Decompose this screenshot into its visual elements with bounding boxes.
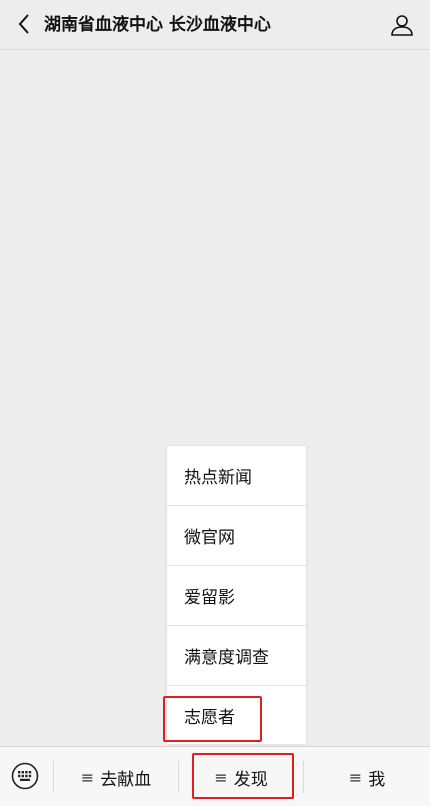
tab-label: 发现 xyxy=(233,769,268,790)
back-button[interactable] xyxy=(8,8,40,40)
submenu-item-micro-site[interactable]: 微官网 xyxy=(167,506,306,566)
profile-button[interactable] xyxy=(388,10,416,40)
submenu-item-survey[interactable]: 满意度调查 xyxy=(167,626,306,686)
submenu-item-label: 满意度调查 xyxy=(184,648,269,668)
tab-donate-blood[interactable]: ≡ 去献血 xyxy=(54,747,178,806)
menu-lines-icon: ≡ xyxy=(80,767,95,787)
submenu-item-label: 志愿者 xyxy=(184,707,235,728)
menu-lines-icon: ≡ xyxy=(348,767,363,787)
tab-discover[interactable]: ≡ 发现 xyxy=(179,747,303,806)
submenu-item-label: 微官网 xyxy=(184,528,235,548)
chevron-left-icon xyxy=(18,14,29,34)
bottom-menu-bar: ≡ 去献血 ≡ 发现 ≡ 我 xyxy=(0,746,430,806)
submenu-item-photos[interactable]: 爱留影 xyxy=(167,566,306,626)
user-icon xyxy=(391,15,413,36)
page-title: 湖南省血液中心 长沙血液中心 xyxy=(44,15,271,35)
menu-lines-icon: ≡ xyxy=(214,767,228,787)
discover-submenu: 热点新闻 微官网 爱留影 满意度调查 志愿者 xyxy=(167,446,306,744)
submenu-item-label: 热点新闻 xyxy=(184,468,252,488)
keyboard-icon xyxy=(11,762,39,790)
tab-label: 去献血 xyxy=(100,769,152,790)
submenu-item-hot-news[interactable]: 热点新闻 xyxy=(167,446,306,506)
tab-label: 我 xyxy=(368,769,386,790)
tab-me[interactable]: ≡ 我 xyxy=(304,747,430,806)
keyboard-toggle-button[interactable] xyxy=(10,761,40,791)
submenu-item-volunteer[interactable]: 志愿者 xyxy=(167,686,306,744)
app-window: 湖南省血液中心 长沙血液中心 热点新闻 微官网 爱留影 满意度调查 志愿者 ≡ … xyxy=(0,0,430,806)
submenu-item-label: 爱留影 xyxy=(184,588,235,608)
header-bar: 湖南省血液中心 长沙血液中心 xyxy=(0,0,430,50)
